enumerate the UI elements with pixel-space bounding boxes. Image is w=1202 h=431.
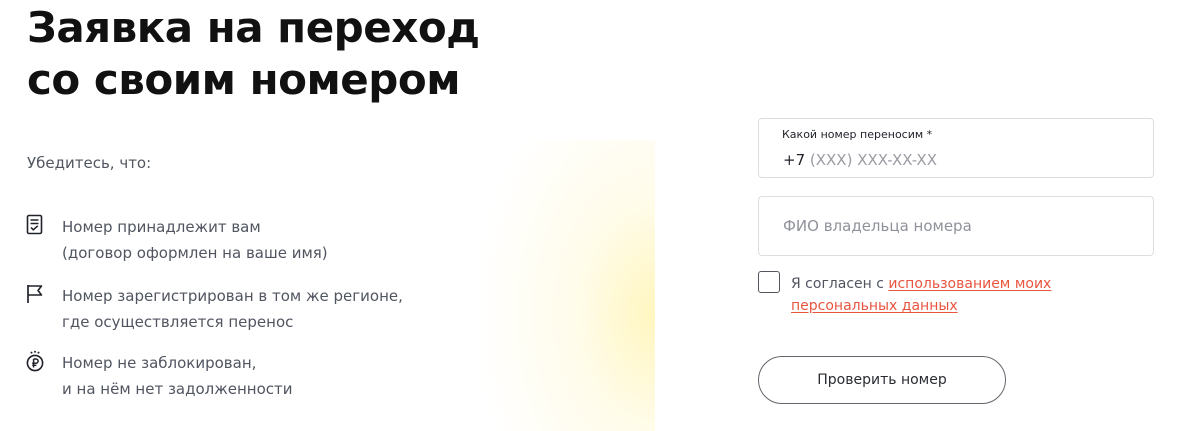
- condition-line: (договор оформлен на ваше имя): [62, 244, 328, 262]
- phone-number-label: Какой номер переносим *: [782, 128, 933, 141]
- condition-line: и на нём нет задолженности: [62, 380, 293, 398]
- condition-item-region: Номер зарегистрирован в том же регионе, …: [25, 283, 403, 335]
- document-icon: [26, 214, 43, 235]
- page-title-line-1: Заявка на переход: [27, 3, 480, 52]
- condition-line: Номер не заблокирован,: [62, 354, 257, 372]
- page-title-line-2: со своим номером: [27, 55, 461, 104]
- conditions-intro: Убедитесь, что:: [27, 154, 152, 172]
- consent-checkbox[interactable]: [758, 271, 780, 293]
- check-number-button[interactable]: Проверить номер: [758, 356, 1006, 404]
- decorative-glow: [440, 140, 655, 431]
- owner-name-field[interactable]: ФИО владельца номера: [758, 196, 1154, 256]
- consent-text: Я согласен с использованием моих персона…: [791, 273, 1111, 317]
- condition-item-ownership: Номер принадлежит вам (договор оформлен …: [25, 214, 328, 266]
- condition-line: где осуществляется перенос: [62, 313, 294, 331]
- condition-line: Номер зарегистрирован в том же регионе,: [62, 287, 403, 305]
- owner-name-placeholder: ФИО владельца номера: [783, 217, 972, 235]
- phone-number-placeholder: (XXX) XXX-XX-XX: [809, 151, 937, 169]
- consent-label: Я согласен с: [791, 276, 889, 292]
- condition-item-no-debt: Номер не заблокирован, и на нём нет задо…: [25, 350, 293, 402]
- phone-country-code: +7: [783, 151, 806, 169]
- ruble-coin-icon: [26, 350, 44, 372]
- condition-line: Номер принадлежит вам: [62, 218, 261, 236]
- flag-icon: [27, 285, 43, 303]
- page-title: Заявка на переход со своим номером: [27, 2, 547, 106]
- phone-number-input[interactable]: +7 (XXX) XXX-XX-XX: [783, 151, 937, 169]
- phone-number-field[interactable]: Какой номер переносим * +7 (XXX) XXX-XX-…: [758, 118, 1154, 178]
